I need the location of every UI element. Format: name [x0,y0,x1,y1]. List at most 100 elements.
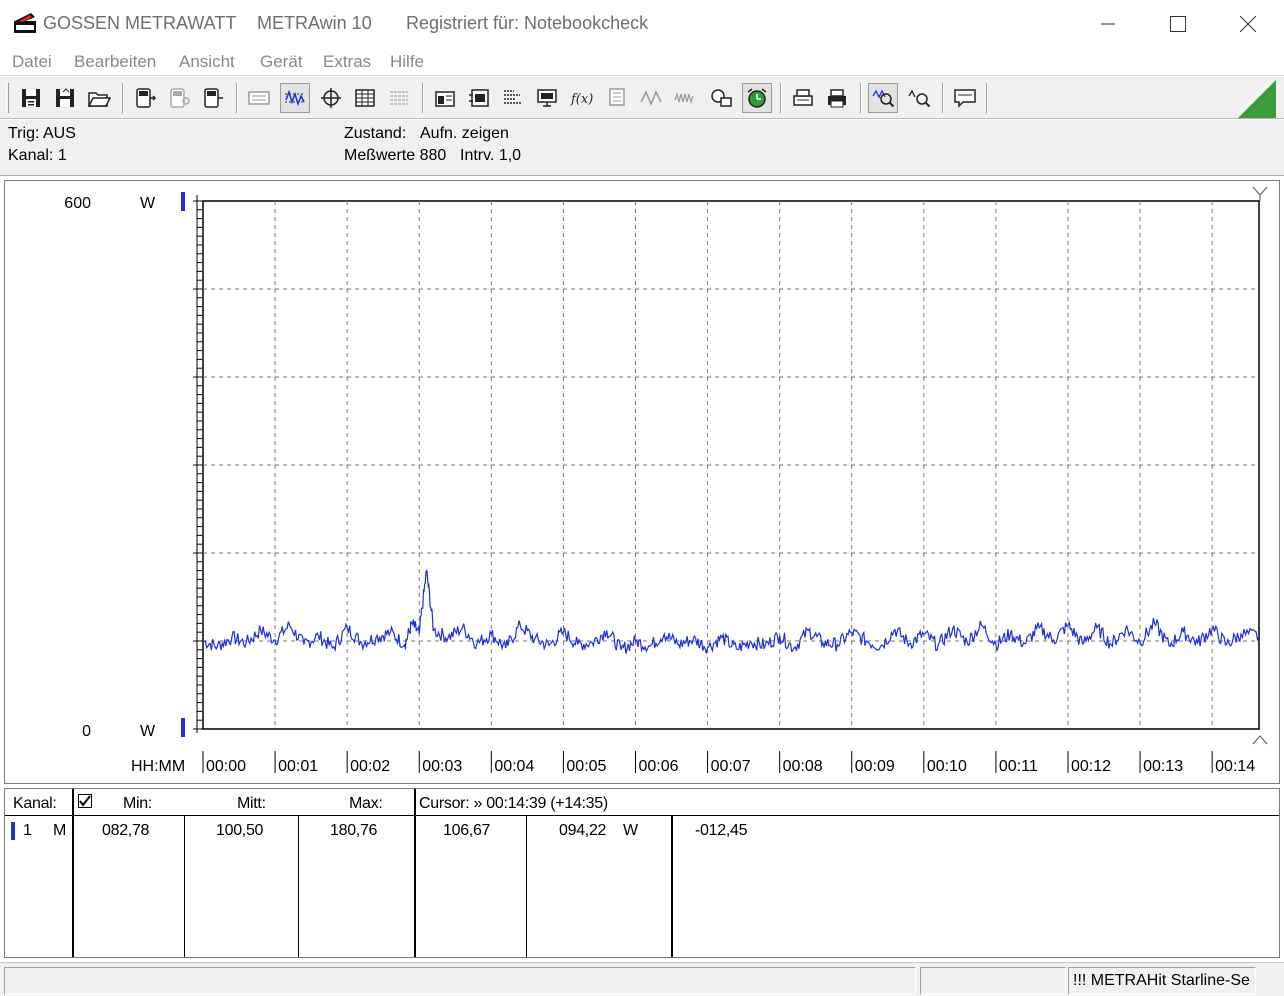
list-button[interactable] [384,83,414,113]
save-as-icon [56,88,74,107]
maximize-icon [1170,16,1186,32]
x-tick-label: 00:02 [350,758,390,775]
menu-hilfe[interactable]: Hilfe [390,52,424,72]
comment-icon [954,89,976,108]
interval-value: Intrv. 1,0 [460,147,522,164]
x-tick-label: 00:09 [855,758,895,775]
menu-geraet[interactable]: Gerät [260,52,303,72]
x-tick-label: 00:13 [1143,758,1183,775]
crosshair-icon [321,88,341,108]
minimize-button[interactable] [1073,0,1143,48]
print-icon [793,89,813,106]
x-tick-label: 00:12 [1071,758,1111,775]
x-tick-label: 00:05 [566,758,606,775]
chart-grid [202,200,1260,730]
save-icon [22,89,40,107]
x-tick-label: 00:08 [783,758,823,775]
header-min: Min: [123,795,153,812]
table-icon [355,89,375,107]
monitor-icon [537,89,557,107]
menu-bar: Datei Bearbeiten Ansicht Gerät Extras Hi… [0,48,1284,76]
save-as-button[interactable] [50,83,80,113]
status-panel-middle [920,967,1066,995]
app-title: METRAwin 10 [257,13,372,33]
cursor-top-icon[interactable] [1252,186,1268,201]
chart-panel[interactable]: 00:00 00:01 00:02 00:03 00:04 00:05 00:06 00:07… [4,180,1280,784]
header-mitt: Mitt: [237,795,266,812]
keyboard-icon [248,91,270,105]
close-button[interactable] [1213,0,1283,48]
x-tick-label: 00:11 [999,758,1038,775]
crosshair-button[interactable] [316,83,346,113]
channel-status: Kanal: 1 [8,147,67,164]
state-value: Aufn. zeigen [420,125,509,142]
zoom-out-button[interactable] [904,83,934,113]
gossen-logo-icon [14,13,36,33]
alarm-clock-icon [747,88,767,108]
x-tick-label: 00:01 [278,758,318,775]
monitor-button[interactable] [532,83,562,113]
scale-button[interactable] [430,83,460,113]
comment-button[interactable] [950,83,980,113]
noise-wave-icon [674,91,694,105]
power-chart[interactable]: 00:00 00:01 00:02 00:03 00:04 00:05 00:06 00:07… [5,181,1279,783]
header-kanal: Kanal: [13,795,57,812]
close-icon [1240,16,1256,32]
channel-marker-bottom[interactable] [181,718,185,737]
save-button[interactable] [16,83,46,113]
brand-title: GOSSEN METRAWATT [43,13,237,33]
print-preview-button[interactable] [788,83,818,113]
list-icon [390,91,408,105]
zoom-in-button[interactable] [868,83,898,113]
x-tick-label: 00:03 [422,758,462,775]
menu-ansicht[interactable]: Ansicht [179,52,235,72]
channel-button[interactable] [464,83,494,113]
menu-extras[interactable]: Extras [323,52,371,72]
memory-button[interactable] [602,83,632,113]
y-min-label: 0 [82,723,91,740]
device-config-button[interactable] [164,83,194,113]
menu-bearbeiten[interactable]: Bearbeiten [74,52,156,72]
y-unit-top: W [140,195,156,212]
keyboard-button[interactable] [244,83,274,113]
statistics-table: Kanal: Min: Mitt: Max: Cursor: » 00:14:3… [4,788,1280,958]
status-bar: !!! METRAHit Starline-Se [0,962,1284,996]
y-max-label: 600 [64,195,91,212]
device-read-icon [136,88,157,108]
row-min: 082,78 [102,822,150,839]
print-button[interactable] [822,83,852,113]
x-tick-label: 00:06 [638,758,678,775]
menu-datei[interactable]: Datei [12,52,52,72]
wave-display-button[interactable] [280,83,310,113]
row-cursor-a: 106,67 [443,822,491,839]
toolbar-grip[interactable] [6,83,9,113]
info-bar: Trig: AUS Kanal: 1 Zustand: Aufn. zeigen… [0,120,1284,176]
row-mitt: 100,50 [216,822,264,839]
row-channel: 1 [23,822,32,839]
open-button[interactable] [84,83,114,113]
wave-display-icon [285,89,305,107]
print-setup-button[interactable] [706,83,736,113]
print-setup-icon [711,89,732,107]
channel-checkbox[interactable] [78,794,92,808]
open-folder-icon [87,92,111,107]
table-button[interactable] [350,83,380,113]
alarm-clock-button[interactable] [742,83,772,113]
device-send-button[interactable] [198,83,228,113]
checkmark-icon [79,795,91,807]
y-axis [193,195,203,733]
channel-marker-top[interactable] [181,192,185,211]
header-max: Max: [349,795,383,812]
x-axis-label: HH:MM [131,758,185,775]
noise-wave-button[interactable] [670,83,700,113]
measure-list-button[interactable] [498,83,528,113]
title-bar: GOSSEN METRAWATT METRAwin 10 Registriert… [0,0,1284,48]
cursor-bottom-icon[interactable] [1252,735,1268,745]
device-read-button[interactable] [130,83,160,113]
x-axis: 00:00 00:01 00:02 00:03 00:04 00:05 00:06 00:07… [202,751,1255,775]
function-button[interactable]: f(x) [566,83,596,113]
triangle-wave-button[interactable] [636,83,666,113]
maximize-button[interactable] [1143,0,1213,48]
device-config-icon [170,88,190,108]
memory-icon [609,88,625,106]
